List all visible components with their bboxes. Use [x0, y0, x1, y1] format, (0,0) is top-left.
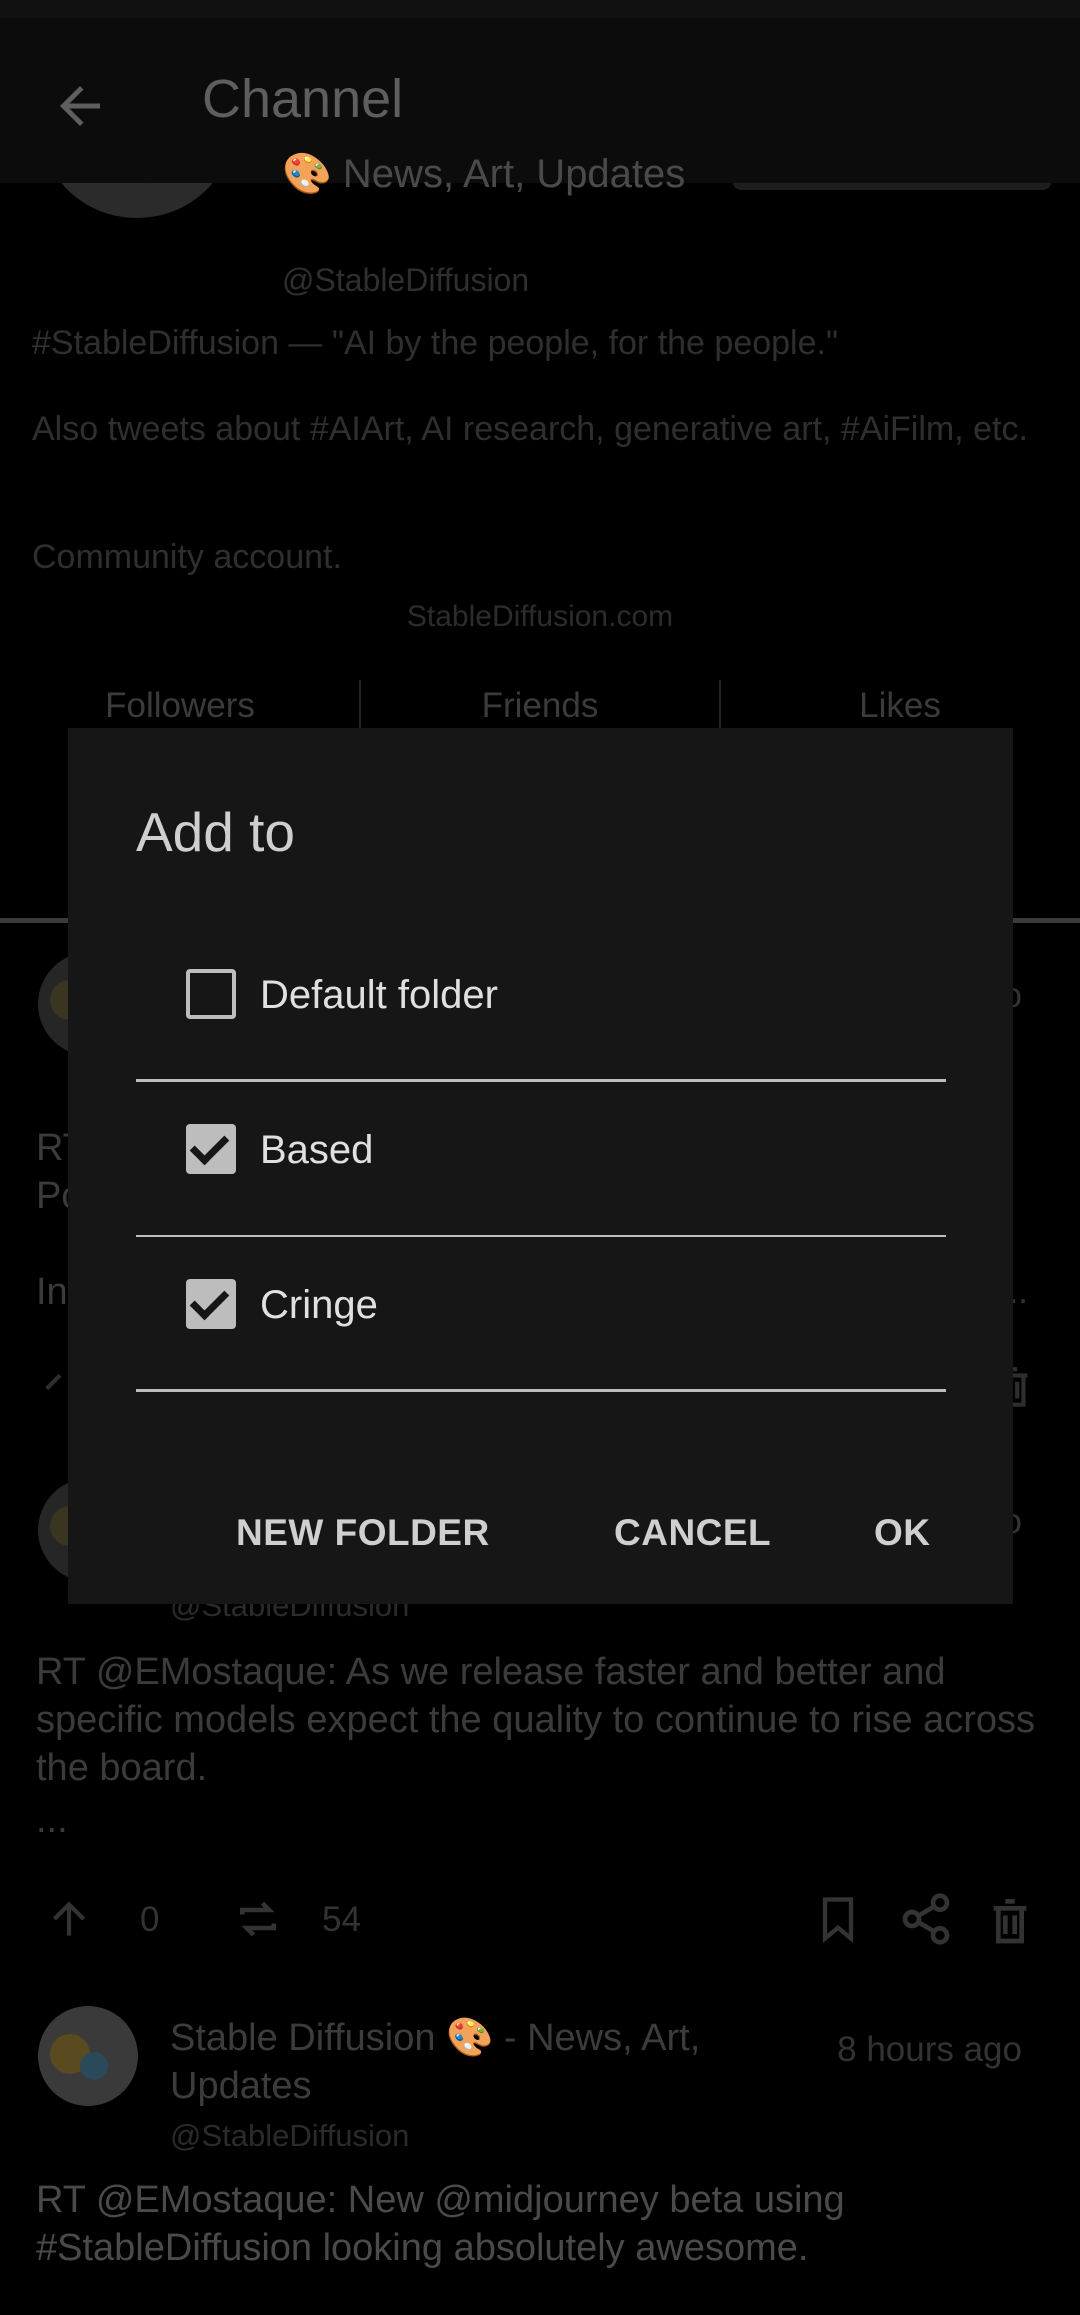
back-arrow-icon[interactable]	[50, 76, 110, 136]
cancel-button[interactable]: CANCEL	[614, 1512, 771, 1554]
bio-line-2: Also tweets about #AIArt, AI research, g…	[32, 410, 1028, 448]
post-more[interactable]: ...	[36, 1796, 1046, 1844]
folder-option-default[interactable]: Default folder	[136, 927, 946, 1082]
new-folder-button[interactable]: NEW FOLDER	[236, 1512, 490, 1554]
post-text: RT @EMostaque: New @midjourney beta usin…	[36, 2179, 845, 2269]
bio-line-3: Community account.	[32, 538, 342, 576]
tab-followers[interactable]: Followers	[0, 680, 360, 726]
page-title: Channel	[202, 69, 404, 129]
post-handle: @StableDiffusion	[170, 2118, 410, 2153]
post-text: RT @EMostaque: As we release faster and …	[36, 1651, 1036, 1789]
folder-option-cringe[interactable]: Cringe	[136, 1237, 946, 1392]
post-author: Stable Diffusion 🎨 - News, Art, Updates	[170, 2017, 701, 2107]
divider	[136, 1389, 946, 1392]
dialog-title: Add to	[136, 801, 296, 863]
upvote-icon[interactable]	[44, 1892, 94, 1946]
folder-option-label: Default folder	[260, 973, 498, 1017]
checkbox-checked-icon[interactable]	[186, 1279, 236, 1329]
retweet-icon[interactable]	[230, 1892, 286, 1946]
bookmark-icon[interactable]	[812, 1890, 864, 1948]
tab-likes[interactable]: Likes	[720, 680, 1080, 726]
checkbox-unchecked-icon[interactable]	[186, 969, 236, 1019]
bio-line-1: #StableDiffusion — "AI by the people, fo…	[32, 324, 839, 362]
folder-option-based[interactable]: Based	[136, 1082, 946, 1237]
channel-handle: @StableDiffusion	[282, 262, 530, 298]
avatar	[38, 2006, 138, 2106]
checkbox-checked-icon[interactable]	[186, 1124, 236, 1174]
folder-option-label: Cringe	[260, 1283, 378, 1327]
ok-button[interactable]: OK	[874, 1512, 931, 1554]
website-link[interactable]: StableDiffusion.com	[0, 600, 1080, 634]
delete-icon[interactable]	[982, 1890, 1038, 1950]
post-time: 8 hours ago	[837, 2030, 1022, 2069]
channel-name-visible: 🎨 News, Art, Updates	[282, 152, 686, 196]
share-icon[interactable]	[898, 1890, 954, 1948]
upvote-count: 0	[140, 1900, 160, 1939]
tab-friends[interactable]: Friends	[360, 680, 720, 726]
palette-emoji-icon: 🎨	[282, 152, 343, 196]
retweet-count: 54	[322, 1900, 361, 1939]
status-bar	[0, 0, 1080, 18]
folder-option-label: Based	[260, 1128, 374, 1172]
